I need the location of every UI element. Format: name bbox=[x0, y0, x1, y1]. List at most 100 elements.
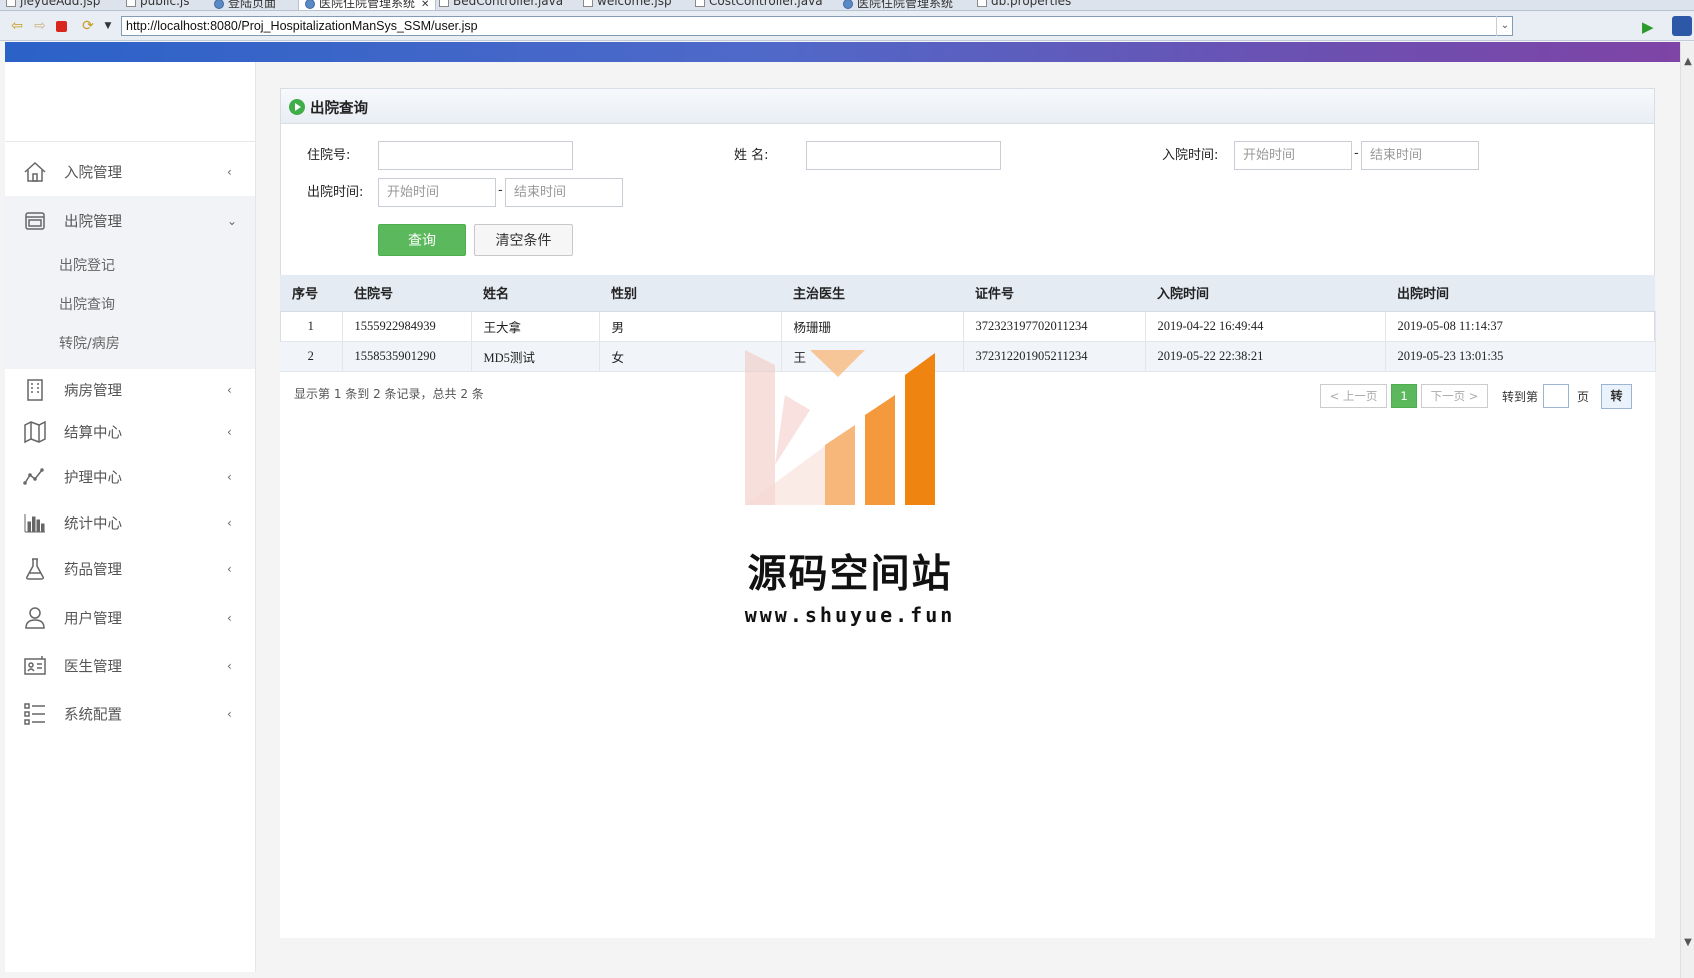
name-input[interactable] bbox=[806, 141, 1001, 170]
id-card-icon bbox=[22, 653, 48, 679]
table-cell: 2019-05-08 11:14:37 bbox=[1385, 311, 1656, 342]
chevron-left-icon: ‹ bbox=[227, 383, 232, 397]
table-row[interactable]: 1 1555922984939 王大拿 男 杨珊珊 37232319770201… bbox=[280, 311, 1656, 342]
forward-arrow-icon[interactable]: ⇨ bbox=[32, 18, 48, 34]
scroll-down-icon[interactable]: ▼ bbox=[1681, 937, 1694, 948]
panel-header: 出院查询 bbox=[281, 89, 1654, 124]
chevron-left-icon: ‹ bbox=[227, 659, 232, 673]
globe-icon bbox=[214, 0, 224, 9]
sidebar-item-label: 护理中心 bbox=[64, 470, 122, 487]
home-icon bbox=[22, 159, 48, 185]
browser-tab[interactable]: CostController.java bbox=[695, 0, 823, 10]
chevron-down-icon: ⌄ bbox=[227, 214, 238, 228]
sidebar-item-settlement[interactable]: 结算中心 ‹ bbox=[5, 411, 255, 453]
sidebar-item-label: 入院管理 bbox=[64, 165, 122, 181]
scroll-up-icon[interactable]: ▲ bbox=[1681, 56, 1694, 67]
chevron-left-icon: ‹ bbox=[227, 707, 232, 721]
refresh-icon[interactable]: ⟳ bbox=[80, 18, 96, 34]
watermark-text: 源码空间站 bbox=[747, 552, 953, 597]
table-cell: 1558535901290 bbox=[342, 341, 472, 372]
column-header: 序号 bbox=[280, 275, 342, 312]
browser-tab[interactable]: jieyueAdd.jsp bbox=[6, 0, 100, 10]
tab-label: 医院住院管理系统 bbox=[319, 0, 416, 10]
admit-start-input[interactable] bbox=[1234, 141, 1352, 170]
history-dropdown-icon[interactable]: ▼ bbox=[100, 18, 116, 34]
query-button[interactable]: 查询 bbox=[378, 224, 466, 256]
browser-tab[interactable]: BedController.java bbox=[439, 0, 563, 10]
range-dash: - bbox=[1354, 146, 1359, 161]
discharge-end-input[interactable] bbox=[505, 178, 623, 207]
table-cell: 1555922984939 bbox=[342, 311, 472, 342]
clear-conditions-button[interactable]: 清空条件 bbox=[474, 224, 573, 256]
browser-tab[interactable]: 医院住院管理系统 bbox=[843, 0, 953, 10]
browser-tab[interactable]: welcome.jsp bbox=[583, 0, 672, 10]
sidebar-item-ward[interactable]: 病房管理 ‹ bbox=[5, 369, 255, 411]
table-cell: 2019-05-23 13:01:35 bbox=[1385, 341, 1656, 372]
column-header: 姓名 bbox=[471, 275, 599, 312]
browser-tab[interactable]: public.js bbox=[126, 0, 190, 10]
play-circle-icon bbox=[289, 99, 305, 115]
address-bar[interactable]: http://localhost:8080/Proj_Hospitalizati… bbox=[121, 16, 1513, 36]
goto-page-button[interactable]: 转 bbox=[1601, 384, 1632, 409]
sidebar-item-admission[interactable]: 入院管理 ‹ bbox=[5, 147, 255, 196]
sidebar-item-users[interactable]: 用户管理 ‹ bbox=[5, 593, 255, 642]
table-cell: 杨珊珊 bbox=[781, 311, 964, 342]
extension-icon[interactable] bbox=[1672, 16, 1692, 36]
globe-icon bbox=[305, 0, 315, 9]
browser-tab-active[interactable]: 医院住院管理系统 ✕ bbox=[298, 0, 437, 10]
browser-tab[interactable]: 登陆页面 bbox=[214, 0, 276, 10]
next-page-button[interactable]: 下一页 > bbox=[1421, 384, 1488, 408]
sidebar-item-doctors[interactable]: 医生管理 ‹ bbox=[5, 642, 255, 690]
table-cell: 男 bbox=[599, 311, 782, 342]
building-icon bbox=[22, 377, 48, 403]
page-number-button[interactable]: 1 bbox=[1391, 384, 1417, 408]
column-header: 入院时间 bbox=[1145, 275, 1385, 312]
goto-page-label: 转到第 bbox=[1502, 390, 1539, 404]
sidebar-item-label: 出院管理 bbox=[64, 214, 122, 231]
table-cell: 372323197702011234 bbox=[963, 311, 1146, 342]
prev-page-button[interactable]: < 上一页 bbox=[1320, 384, 1387, 408]
submenu-item-discharge-register[interactable]: 出院登记 bbox=[5, 246, 255, 287]
sidebar-item-discharge[interactable]: 出院管理 ⌄ bbox=[5, 196, 255, 246]
browser-tab-bar: jieyueAdd.jsp public.js 登陆页面 医院住院管理系统 ✕ B… bbox=[0, 0, 1694, 11]
sidebar-item-medicine[interactable]: 药品管理 ‹ bbox=[5, 545, 255, 593]
table-cell: 2019-05-22 22:38:21 bbox=[1145, 341, 1386, 372]
table-header-row: 序号 住院号 姓名 性别 主治医生 证件号 入院时间 出院时间 bbox=[280, 275, 1655, 312]
sidebar-item-nursing[interactable]: 护理中心 ‹ bbox=[5, 453, 255, 501]
stop-icon[interactable] bbox=[56, 21, 67, 32]
browser-tab[interactable]: db.properties bbox=[977, 0, 1071, 10]
watermark: 源码空间站 www.shuyue.fun bbox=[730, 345, 970, 635]
table-cell: 王大拿 bbox=[471, 311, 600, 342]
chevron-left-icon: ‹ bbox=[227, 470, 232, 484]
column-header: 住院号 bbox=[342, 275, 471, 312]
sidebar-item-statistics[interactable]: 统计中心 ‹ bbox=[5, 501, 255, 545]
submenu-item-transfer-ward[interactable]: 转院/病房 bbox=[5, 324, 255, 365]
go-icon[interactable]: ▶ bbox=[1642, 18, 1654, 36]
chevron-down-icon[interactable]: ⌄ bbox=[1496, 16, 1513, 36]
sidebar-item-label: 药品管理 bbox=[64, 562, 122, 579]
sidebar: 入院管理 ‹ 出院管理 ⌄ 出院登记 出院查询 转院/病房 病房管理 ‹ 结算中… bbox=[5, 62, 256, 972]
bar-chart-icon bbox=[22, 510, 48, 536]
discharge-start-input[interactable] bbox=[378, 178, 496, 207]
sidebar-submenu: 出院登记 出院查询 转院/病房 bbox=[5, 246, 255, 369]
chevron-left-icon: ‹ bbox=[227, 562, 232, 576]
tab-label: public.js bbox=[140, 0, 190, 8]
window-icon bbox=[22, 208, 48, 234]
admit-end-input[interactable] bbox=[1361, 141, 1479, 170]
column-header: 性别 bbox=[599, 275, 781, 312]
sidebar-item-label: 用户管理 bbox=[64, 611, 122, 627]
back-arrow-icon[interactable]: ⇦ bbox=[9, 18, 25, 34]
page-unit-label: 页 bbox=[1577, 390, 1590, 404]
sidebar-item-system-config[interactable]: 系统配置 ‹ bbox=[5, 690, 255, 738]
goto-page-input[interactable] bbox=[1543, 384, 1569, 408]
panel-title: 出院查询 bbox=[310, 101, 368, 117]
file-icon bbox=[6, 0, 16, 7]
sidebar-item-label: 病房管理 bbox=[64, 383, 122, 400]
chevron-left-icon: ‹ bbox=[227, 516, 232, 530]
page-scrollbar[interactable]: ▲ ▼ bbox=[1680, 42, 1694, 978]
sidebar-item-label: 系统配置 bbox=[64, 707, 122, 724]
hospital-no-input[interactable] bbox=[378, 141, 573, 170]
sidebar-logo-area bbox=[5, 62, 255, 142]
submenu-item-discharge-query[interactable]: 出院查询 bbox=[5, 287, 255, 324]
close-tab-icon[interactable]: ✕ bbox=[421, 0, 429, 10]
